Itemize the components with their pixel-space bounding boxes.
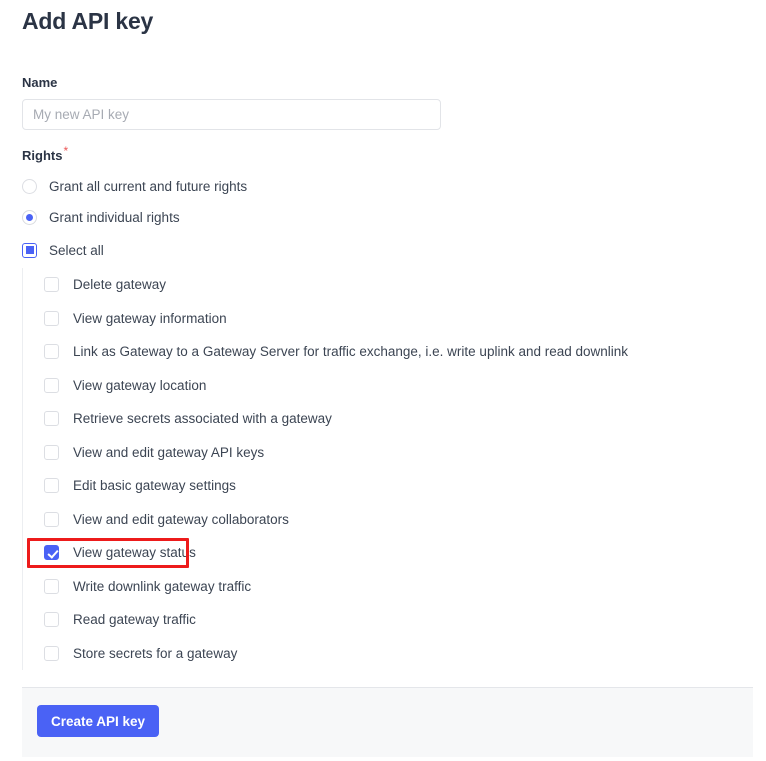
checkbox-icon[interactable]: [44, 511, 59, 527]
select-all-label: Select all: [49, 242, 104, 258]
right-row-read-gateway-traffic[interactable]: Read gateway traffic: [23, 603, 743, 637]
right-label: View gateway information: [73, 310, 227, 326]
right-label: Store secrets for a gateway: [73, 645, 238, 661]
checkbox-checked-icon[interactable]: [44, 545, 59, 561]
right-row-write-downlink-traffic[interactable]: Write downlink gateway traffic: [23, 570, 743, 604]
add-api-key-page: Add API key Name Rights* Grant all curre…: [0, 0, 766, 761]
checkbox-icon[interactable]: [44, 478, 59, 494]
right-row-link-as-gateway[interactable]: Link as Gateway to a Gateway Server for …: [23, 335, 743, 369]
right-row-delete-gateway[interactable]: Delete gateway: [23, 268, 743, 302]
radio-icon-selected[interactable]: [22, 209, 37, 225]
right-label: Link as Gateway to a Gateway Server for …: [73, 344, 629, 360]
checkbox-icon[interactable]: [44, 645, 59, 661]
radio-grant-individual-rights[interactable]: Grant individual rights: [22, 208, 180, 226]
radio-grant-individual-rights-label: Grant individual rights: [49, 209, 180, 225]
right-row-view-gateway-information[interactable]: View gateway information: [23, 302, 743, 336]
checkbox-icon[interactable]: [44, 444, 59, 460]
radio-grant-all-rights-label: Grant all current and future rights: [49, 178, 248, 194]
right-label: Delete gateway: [73, 277, 167, 293]
required-asterisk: *: [63, 143, 69, 158]
right-label: View gateway status: [73, 545, 196, 561]
checkbox-icon[interactable]: [44, 277, 59, 293]
radio-icon-unselected[interactable]: [22, 178, 37, 194]
right-row-view-edit-api-keys[interactable]: View and edit gateway API keys: [23, 436, 743, 470]
rights-label-text: Rights: [22, 148, 63, 163]
right-label: View and edit gateway collaborators: [73, 511, 289, 527]
right-label: Edit basic gateway settings: [73, 478, 236, 494]
name-input[interactable]: [22, 99, 441, 130]
checkbox-icon[interactable]: [44, 578, 59, 594]
page-title: Add API key: [22, 8, 154, 34]
checkbox-indeterminate-icon[interactable]: [22, 242, 37, 258]
checkbox-icon[interactable]: [44, 310, 59, 326]
checkbox-icon[interactable]: [44, 612, 59, 628]
right-label: View and edit gateway API keys: [73, 444, 265, 460]
checkbox-icon[interactable]: [44, 344, 59, 360]
right-label: Read gateway traffic: [73, 612, 196, 628]
rights-checkbox-list: Delete gateway View gateway information …: [22, 268, 743, 670]
right-row-store-secrets[interactable]: Store secrets for a gateway: [23, 637, 743, 671]
right-row-view-gateway-status[interactable]: View gateway status: [23, 536, 743, 570]
right-row-retrieve-secrets[interactable]: Retrieve secrets associated with a gatew…: [23, 402, 743, 436]
select-all-row[interactable]: Select all: [22, 241, 104, 259]
rights-label: Rights*: [22, 145, 68, 163]
right-row-view-edit-collaborators[interactable]: View and edit gateway collaborators: [23, 503, 743, 537]
right-row-view-gateway-location[interactable]: View gateway location: [23, 369, 743, 403]
right-label: View gateway location: [73, 377, 207, 393]
name-field-label: Name: [22, 75, 58, 90]
form-footer: Create API key: [22, 687, 753, 757]
right-label: Write downlink gateway traffic: [73, 578, 252, 594]
create-api-key-button[interactable]: Create API key: [37, 705, 160, 737]
right-row-edit-basic-settings[interactable]: Edit basic gateway settings: [23, 469, 743, 503]
checkbox-icon[interactable]: [44, 377, 59, 393]
radio-grant-all-rights[interactable]: Grant all current and future rights: [22, 177, 247, 195]
right-label: Retrieve secrets associated with a gatew…: [73, 411, 332, 427]
checkbox-icon[interactable]: [44, 411, 59, 427]
